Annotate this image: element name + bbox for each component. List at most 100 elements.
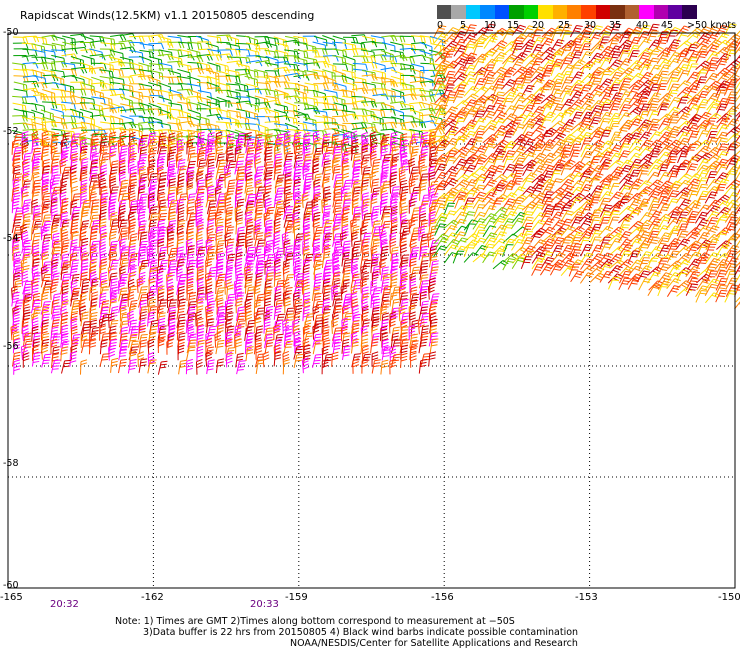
wind-barb: [138, 108, 155, 116]
scale-label: 25: [558, 20, 571, 31]
wind-barb: [90, 278, 99, 293]
wind-barb: [428, 351, 437, 367]
wind-barb: [418, 158, 426, 175]
wind-barb: [108, 204, 116, 221]
wind-barb: [351, 324, 360, 340]
wind-barb: [313, 61, 330, 68]
scale-label: 45: [661, 20, 674, 31]
wind-barb: [408, 177, 416, 194]
wind-barb: [687, 130, 700, 144]
wind-barb: [157, 317, 166, 334]
latitude-label-60: -60: [3, 580, 19, 591]
wind-barb: [511, 104, 525, 117]
wind-barb: [361, 74, 378, 81]
wind-barb: [598, 263, 613, 276]
scale-swatch: [523, 5, 539, 19]
wind-barb: [560, 64, 575, 76]
wind-barb: [272, 237, 280, 254]
wind-barb: [51, 60, 68, 68]
wind-barb: [381, 346, 391, 361]
wind-barb: [215, 358, 225, 374]
wind-barb: [559, 57, 573, 70]
scale-swatch: [682, 5, 697, 19]
wind-barb: [273, 291, 282, 307]
wind-barb: [520, 256, 533, 269]
wind-barb: [646, 236, 660, 249]
scale-swatch: [509, 5, 524, 19]
wind-barb: [560, 210, 574, 223]
wind-barb: [206, 107, 223, 115]
latitude-label-58: -58: [3, 458, 19, 469]
wind-barb: [69, 351, 77, 367]
wind-barb: [80, 359, 88, 375]
wind-barb: [657, 196, 671, 210]
wind-barb: [215, 165, 225, 180]
scale-label: 30: [584, 20, 597, 31]
wind-barb: [657, 164, 669, 177]
latitude-label-54: -54: [3, 233, 19, 244]
wind-barb: [254, 158, 262, 175]
wind-barb: [186, 179, 194, 195]
wind-barb: [570, 196, 583, 210]
wind-barb: [119, 96, 133, 108]
wind-barb: [656, 237, 670, 250]
wind-barb: [696, 190, 710, 203]
wind-barb: [159, 89, 173, 100]
wind-barb: [264, 226, 273, 242]
wind-barb: [282, 359, 290, 375]
wind-barb: [137, 286, 148, 300]
wind-barb: [149, 94, 165, 103]
latitude-label-56: -56: [3, 341, 19, 352]
wind-barb: [350, 145, 360, 161]
wind-barb: [157, 35, 172, 46]
wind-barb: [196, 345, 204, 362]
wind-barb: [148, 42, 165, 50]
wind-barb: [215, 62, 229, 73]
wind-barb: [214, 210, 222, 227]
wind-barb: [245, 225, 254, 240]
wind-barb: [12, 95, 28, 104]
wind-barb: [264, 62, 280, 72]
wind-barb: [618, 143, 631, 157]
wind-barb: [332, 63, 349, 71]
wind-barb: [304, 49, 320, 57]
wind-barb: [206, 87, 223, 94]
wind-barb: [118, 204, 126, 221]
scale-label: 40: [636, 20, 649, 31]
wind-barb: [224, 279, 232, 295]
wind-barb: [510, 217, 525, 230]
wind-barb: [550, 236, 565, 249]
wind-barb: [178, 359, 187, 375]
wind-barb: [351, 338, 360, 354]
wind-barb: [549, 263, 563, 276]
scale-swatch: [538, 5, 553, 19]
wind-barb: [647, 284, 661, 297]
wind-barb: [608, 276, 620, 290]
wind-barb: [380, 60, 397, 68]
wind-barb: [255, 60, 272, 67]
wind-barb: [138, 358, 148, 373]
wind-barb: [410, 319, 419, 335]
wind-barb: [429, 338, 439, 353]
wind-barb: [656, 52, 671, 65]
wind-barb: [50, 264, 58, 280]
wind-barb: [410, 352, 417, 368]
longitude-label-153: -153: [575, 592, 598, 603]
scale-swatch: [437, 5, 452, 19]
note-line-2: 3)Data buffer is 22 hrs from 20150805 4)…: [143, 627, 579, 638]
wind-barb: [236, 320, 246, 335]
wind-barb: [41, 69, 57, 79]
wind-barb: [41, 200, 51, 215]
wind-barb: [482, 225, 497, 238]
scale-swatch: [451, 5, 466, 19]
wind-barb: [69, 239, 78, 255]
wind-barb: [342, 48, 359, 56]
wind-barb: [262, 351, 270, 368]
wind-barb: [427, 184, 436, 201]
wind-barb: [293, 291, 300, 308]
wind-barb: [22, 293, 32, 309]
latitude-label-52: -52: [3, 126, 19, 137]
wind-barb: [540, 217, 555, 230]
wind-barb: [443, 125, 459, 137]
wind-barb: [283, 115, 298, 125]
